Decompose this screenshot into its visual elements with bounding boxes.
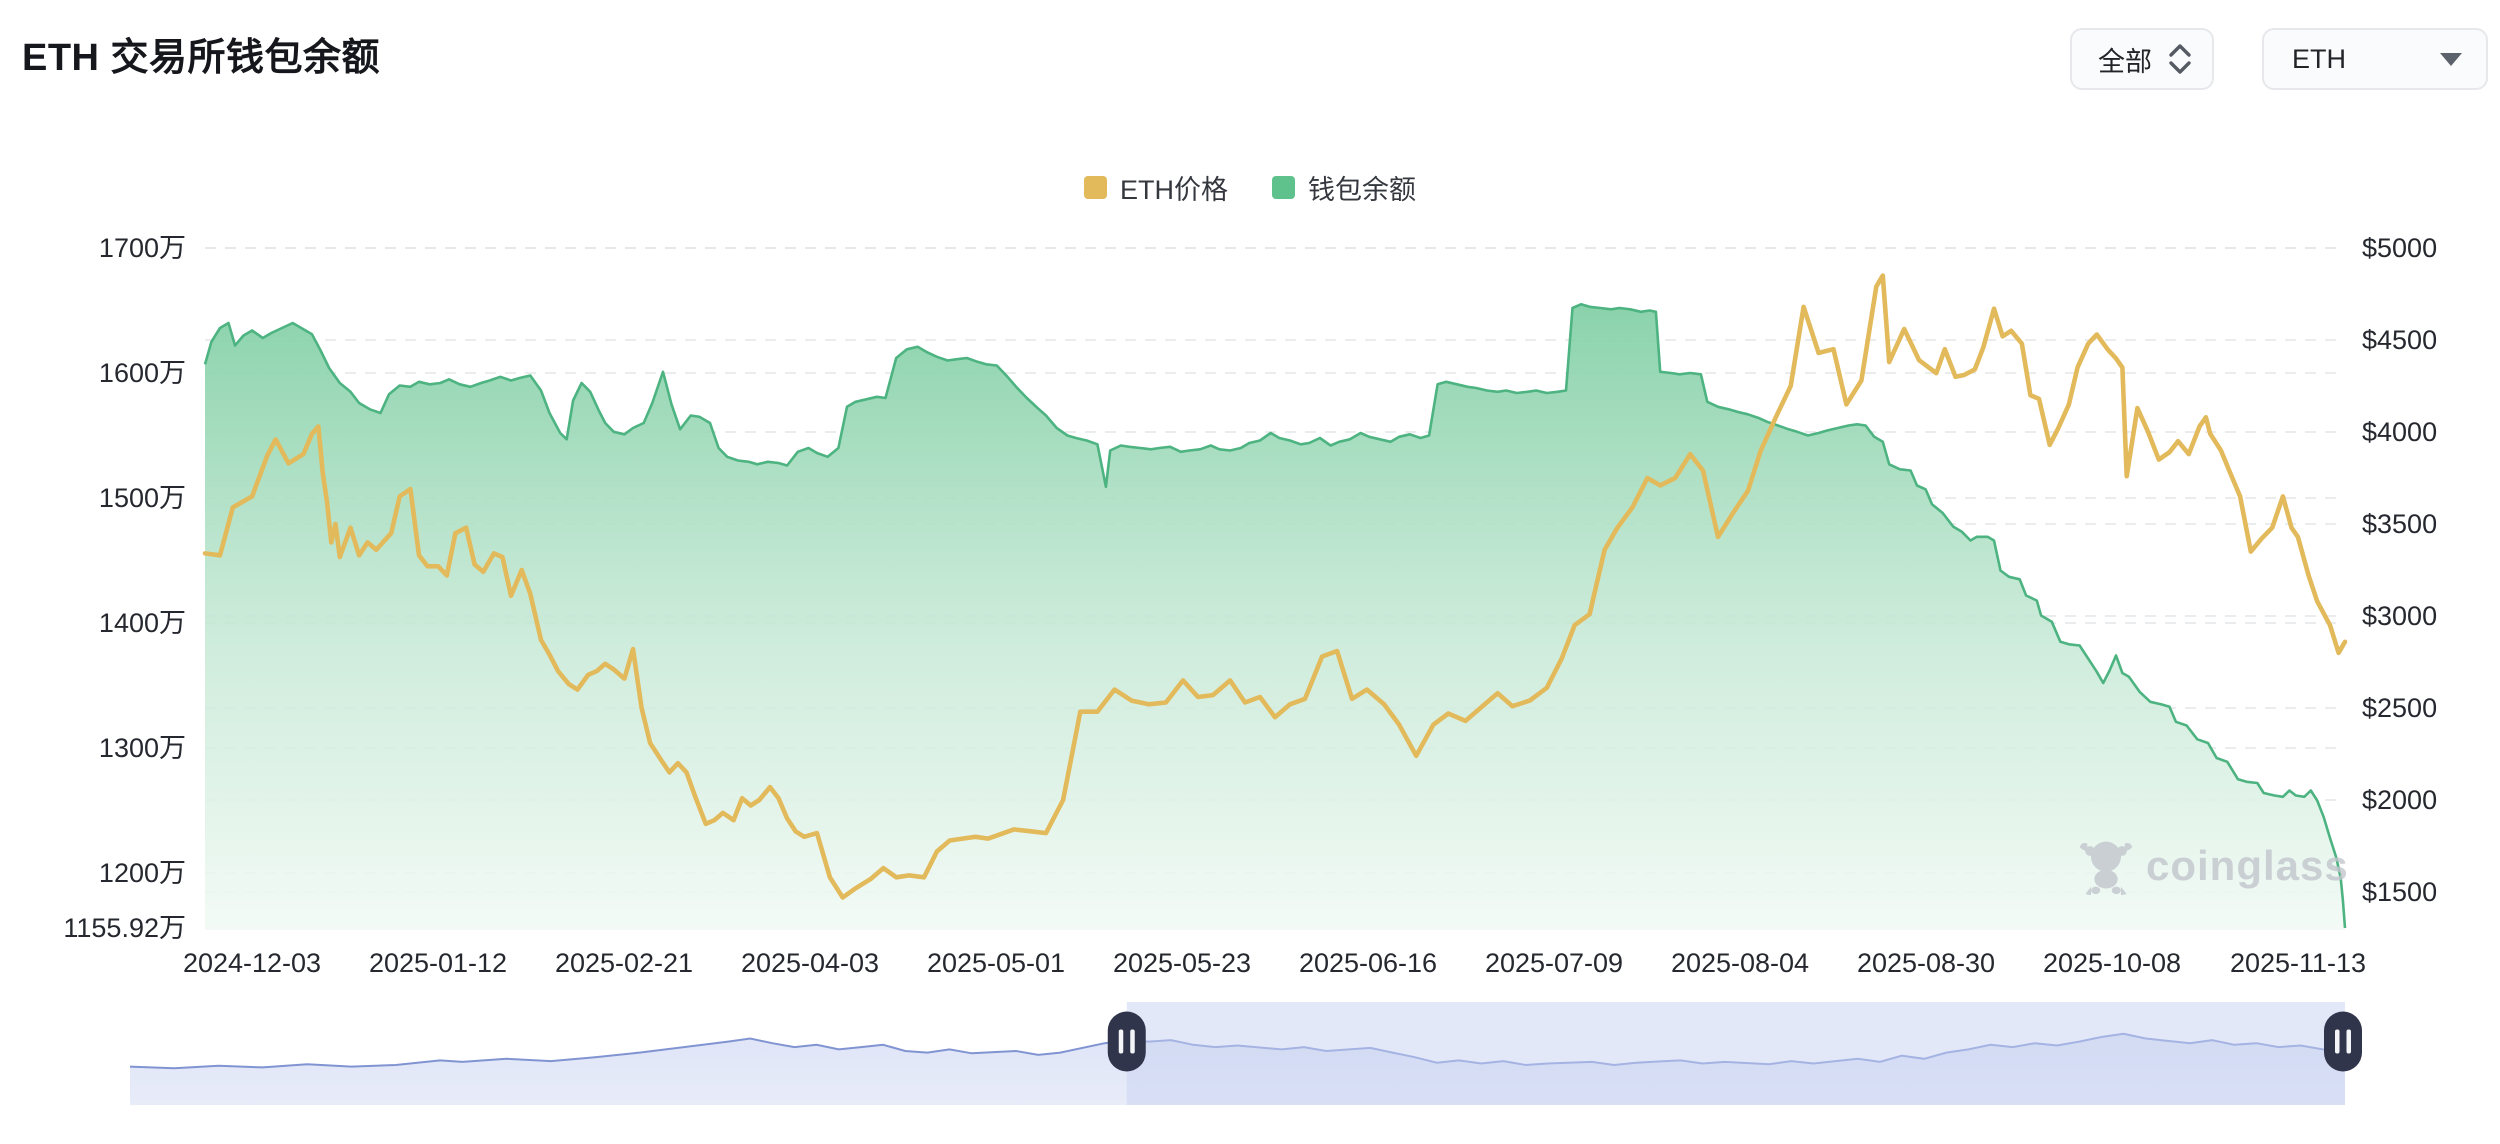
coin-select-value: ETH bbox=[2292, 44, 2346, 75]
left-axis-tick-label: 1700万 bbox=[99, 233, 186, 263]
right-axis-tick-label: $2000 bbox=[2362, 785, 2437, 815]
chart-controls: 全部 ETH bbox=[2070, 28, 2488, 90]
right-axis-tick-label: $5000 bbox=[2362, 233, 2437, 263]
navigator-left-handle[interactable] bbox=[1108, 1012, 1146, 1072]
legend-item-wallet-balance[interactable]: 钱包余额 bbox=[1272, 168, 1416, 207]
range-select-button[interactable]: 全部 bbox=[2070, 28, 2214, 90]
left-axis-tick-label: 1200万 bbox=[99, 858, 186, 888]
left-axis-tick-label: 1600万 bbox=[99, 358, 186, 388]
x-axis-date-label: 2025-08-30 bbox=[1857, 948, 1995, 978]
x-axis-date-label: 2025-02-21 bbox=[555, 948, 693, 978]
right-axis-tick-label: $1500 bbox=[2362, 877, 2437, 907]
range-select-label: 全部 bbox=[2098, 40, 2152, 79]
legend-item-eth-price[interactable]: ETH价格 bbox=[1084, 168, 1228, 207]
left-axis-tick-label: 1500万 bbox=[99, 483, 186, 513]
right-axis-tick-label: $4500 bbox=[2362, 325, 2437, 355]
x-axis-date-label: 2025-04-03 bbox=[741, 948, 879, 978]
eth-exchange-balance-page: { "header": { "title": "ETH 交易所钱包余额" }, … bbox=[0, 0, 2500, 1144]
x-axis-date-label: 2024-12-03 bbox=[183, 948, 321, 978]
left-axis-tick-label: 1400万 bbox=[99, 608, 186, 638]
x-axis-date-label: 2025-01-12 bbox=[369, 948, 507, 978]
x-axis-date-label: 2025-06-16 bbox=[1299, 948, 1437, 978]
right-axis-tick-label: $4000 bbox=[2362, 417, 2437, 447]
right-axis-tick-label: $3000 bbox=[2362, 601, 2437, 631]
x-axis-date-label: 2025-08-04 bbox=[1671, 948, 1809, 978]
x-axis-date-label: 2025-05-23 bbox=[1113, 948, 1251, 978]
x-axis-date-label: 2025-11-13 bbox=[2230, 948, 2366, 978]
right-axis-tick-label: $2500 bbox=[2362, 693, 2437, 723]
eth-price-swatch-icon bbox=[1084, 176, 1107, 199]
navigator-right-handle[interactable] bbox=[2324, 1012, 2362, 1072]
x-axis-date-label: 2025-10-08 bbox=[2043, 948, 2181, 978]
coin-select-button[interactable]: ETH bbox=[2262, 28, 2488, 90]
x-axis-date-label: 2025-05-01 bbox=[927, 948, 1065, 978]
navigator-window[interactable] bbox=[1127, 1002, 2345, 1105]
legend-label-eth-price: ETH价格 bbox=[1120, 168, 1228, 207]
x-axis-date-label: 2025-07-09 bbox=[1485, 948, 1623, 978]
right-axis-tick-label: $3500 bbox=[2362, 509, 2437, 539]
caret-down-icon bbox=[2440, 53, 2462, 66]
navigator[interactable] bbox=[130, 1002, 2362, 1105]
page-title: ETH 交易所钱包余额 bbox=[22, 26, 380, 81]
left-axis-tick-label: 1300万 bbox=[99, 733, 186, 763]
left-axis-min-label: 1155.92万 bbox=[63, 913, 186, 943]
wallet-balance-swatch-icon bbox=[1272, 176, 1295, 199]
legend-label-wallet-balance: 钱包余额 bbox=[1308, 168, 1416, 207]
chart-plot-area[interactable] bbox=[205, 230, 2345, 930]
up-down-chevrons-icon bbox=[2168, 43, 2192, 75]
